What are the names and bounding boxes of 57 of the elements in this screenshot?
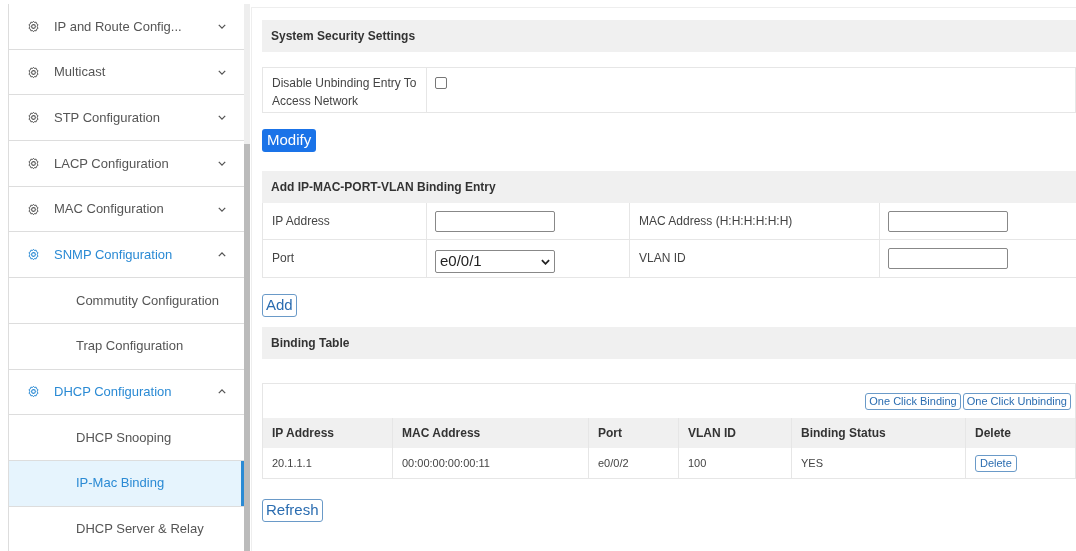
column-header: IP Address <box>272 425 335 442</box>
modify-button[interactable]: Modify <box>262 129 317 152</box>
port-select[interactable]: e0/0/1 <box>435 250 555 273</box>
input-field[interactable] <box>888 248 1008 269</box>
action-button[interactable]: One Click Binding <box>865 392 961 410</box>
chevron-down-icon <box>218 115 226 121</box>
chevron-down-icon <box>218 69 226 75</box>
chevron-up-icon <box>218 252 226 258</box>
section-title: Add IP-MAC-PORT-VLAN Binding Entry <box>271 179 496 196</box>
section-title: Binding Table <box>271 335 350 352</box>
gear-icon <box>27 202 40 216</box>
sidebar-group[interactable]: LACP Configuration <box>9 141 244 186</box>
sidebar-item[interactable]: Trap Configuration <box>9 323 244 369</box>
checkbox[interactable] <box>435 77 447 89</box>
scrollbar[interactable] <box>244 4 250 551</box>
column-header: Binding Status <box>801 425 886 442</box>
table-cell-text: e0/0/2 <box>598 455 629 471</box>
gear-icon <box>27 111 40 125</box>
sidebar-item[interactable]: Commutity Configuration <box>9 278 244 323</box>
gear-icon <box>27 19 40 33</box>
sidebar-group[interactable]: Multicast <box>9 49 244 95</box>
caret-icon <box>541 258 550 265</box>
sidebar-item[interactable]: DHCP Snooping <box>9 415 244 460</box>
gear-icon <box>27 385 40 399</box>
column-header: VLAN ID <box>688 425 736 442</box>
field-label: VLAN ID <box>639 251 686 265</box>
sidebar-group[interactable]: IP and Route Config... <box>9 4 244 49</box>
sidebar-group[interactable]: DHCP Configuration <box>9 369 244 415</box>
gear-icon <box>27 248 40 262</box>
chevron-down-icon <box>218 160 226 166</box>
field-label: IP Address <box>272 214 330 228</box>
sidebar-group[interactable]: SNMP Configuration <box>9 232 244 278</box>
delete-button[interactable]: Delete <box>975 454 1017 472</box>
action-button[interactable]: One Click Unbinding <box>962 392 1071 410</box>
sidebar-group[interactable]: STP Configuration <box>9 95 244 141</box>
gear-icon <box>27 65 40 79</box>
input-field[interactable] <box>888 211 1008 232</box>
table-cell-text: 00:00:00:00:00:11 <box>402 455 490 471</box>
table-cell-text: 100 <box>688 455 707 471</box>
refresh-button[interactable]: Refresh <box>262 499 323 522</box>
gear-icon <box>27 156 40 170</box>
table-cell-text: 20.1.1.1 <box>272 455 312 471</box>
field-label: Disable Unbinding Entry To Access Network <box>272 76 417 108</box>
sidebar-item[interactable]: DHCP Server & Relay <box>9 506 244 551</box>
chevron-down-icon <box>218 206 226 212</box>
input-field[interactable] <box>435 211 555 232</box>
column-header: Port <box>598 425 622 442</box>
chevron-down-icon <box>218 23 226 29</box>
sidebar-group[interactable]: MAC Configuration <box>9 186 244 232</box>
table-cell-text: YES <box>801 455 823 471</box>
field-label: MAC Address (H:H:H:H:H:H) <box>639 214 793 228</box>
add-button[interactable]: Add <box>262 294 297 317</box>
section-title: System Security Settings <box>271 28 416 45</box>
column-header: Delete <box>975 425 1012 442</box>
chevron-up-icon <box>218 389 226 395</box>
field-label: Port <box>272 251 294 265</box>
column-header: MAC Address <box>402 425 481 442</box>
